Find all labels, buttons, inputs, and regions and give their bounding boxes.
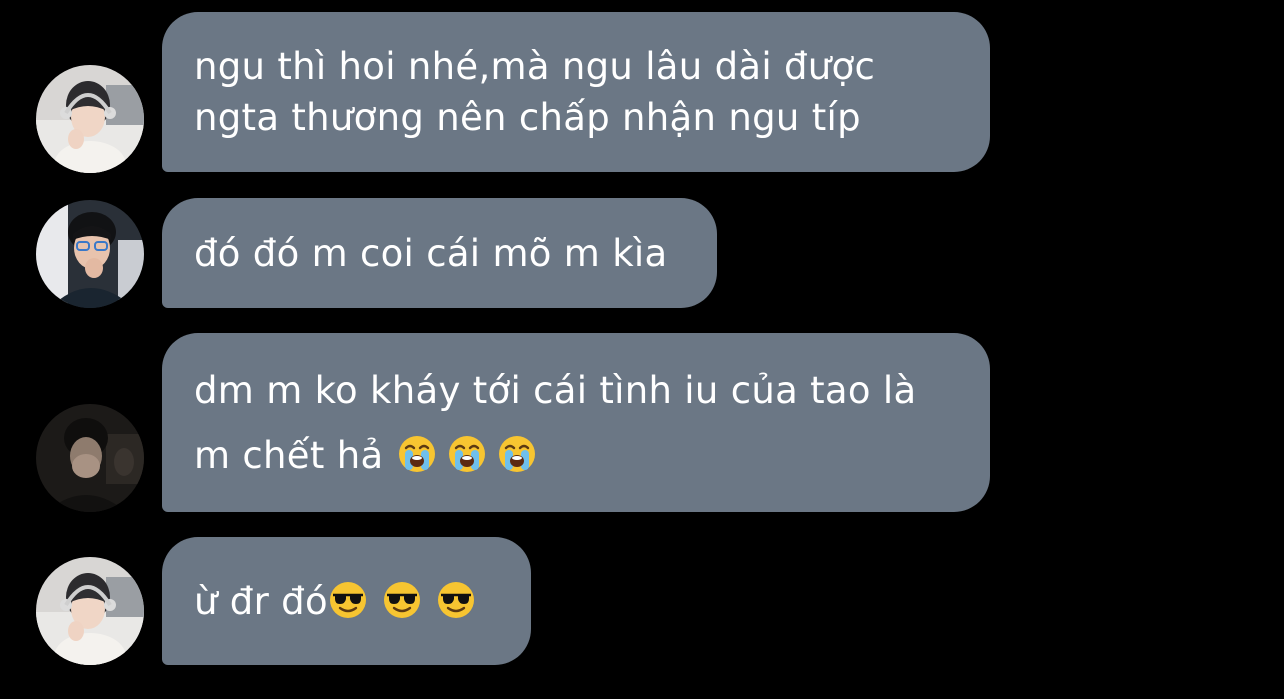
message-text: đó đó m coi cái mõ m kìa xyxy=(194,231,668,275)
message-line-2: m chết hả xyxy=(194,430,958,481)
crying-face-icon xyxy=(397,434,437,474)
message-bubble[interactable]: ngu thì hoi nhé,mà ngu lâu dài được ngta… xyxy=(162,12,990,172)
message-bubble[interactable]: ừ đr đó xyxy=(162,537,531,665)
message-text: dm m ko kháy tới cái tình iu của tao là xyxy=(194,368,917,412)
message-text: ngta thương nên chấp nhận ngu típ xyxy=(194,96,861,139)
message-bubble[interactable]: đó đó m coi cái mõ m kìa xyxy=(162,198,717,308)
avatar[interactable] xyxy=(36,557,144,665)
crying-face-icon xyxy=(497,434,537,474)
message-line: ừ đr đó xyxy=(194,576,499,627)
avatar[interactable] xyxy=(36,65,144,173)
avatar[interactable] xyxy=(36,404,144,512)
sunglasses-face-icon xyxy=(382,580,422,620)
chat-thread: ngu thì hoi nhé,mà ngu lâu dài được ngta… xyxy=(0,0,1284,699)
message-text: m chết hả xyxy=(194,433,384,477)
sunglasses-face-icon xyxy=(328,580,368,620)
message-text: ừ đr đó xyxy=(194,579,328,623)
message-bubble[interactable]: dm m ko kháy tới cái tình iu của tao là … xyxy=(162,333,990,512)
sunglasses-face-icon xyxy=(436,580,476,620)
crying-face-icon xyxy=(447,434,487,474)
avatar[interactable] xyxy=(36,200,144,308)
message-text: ngu thì hoi nhé,mà ngu lâu dài được xyxy=(194,45,876,88)
